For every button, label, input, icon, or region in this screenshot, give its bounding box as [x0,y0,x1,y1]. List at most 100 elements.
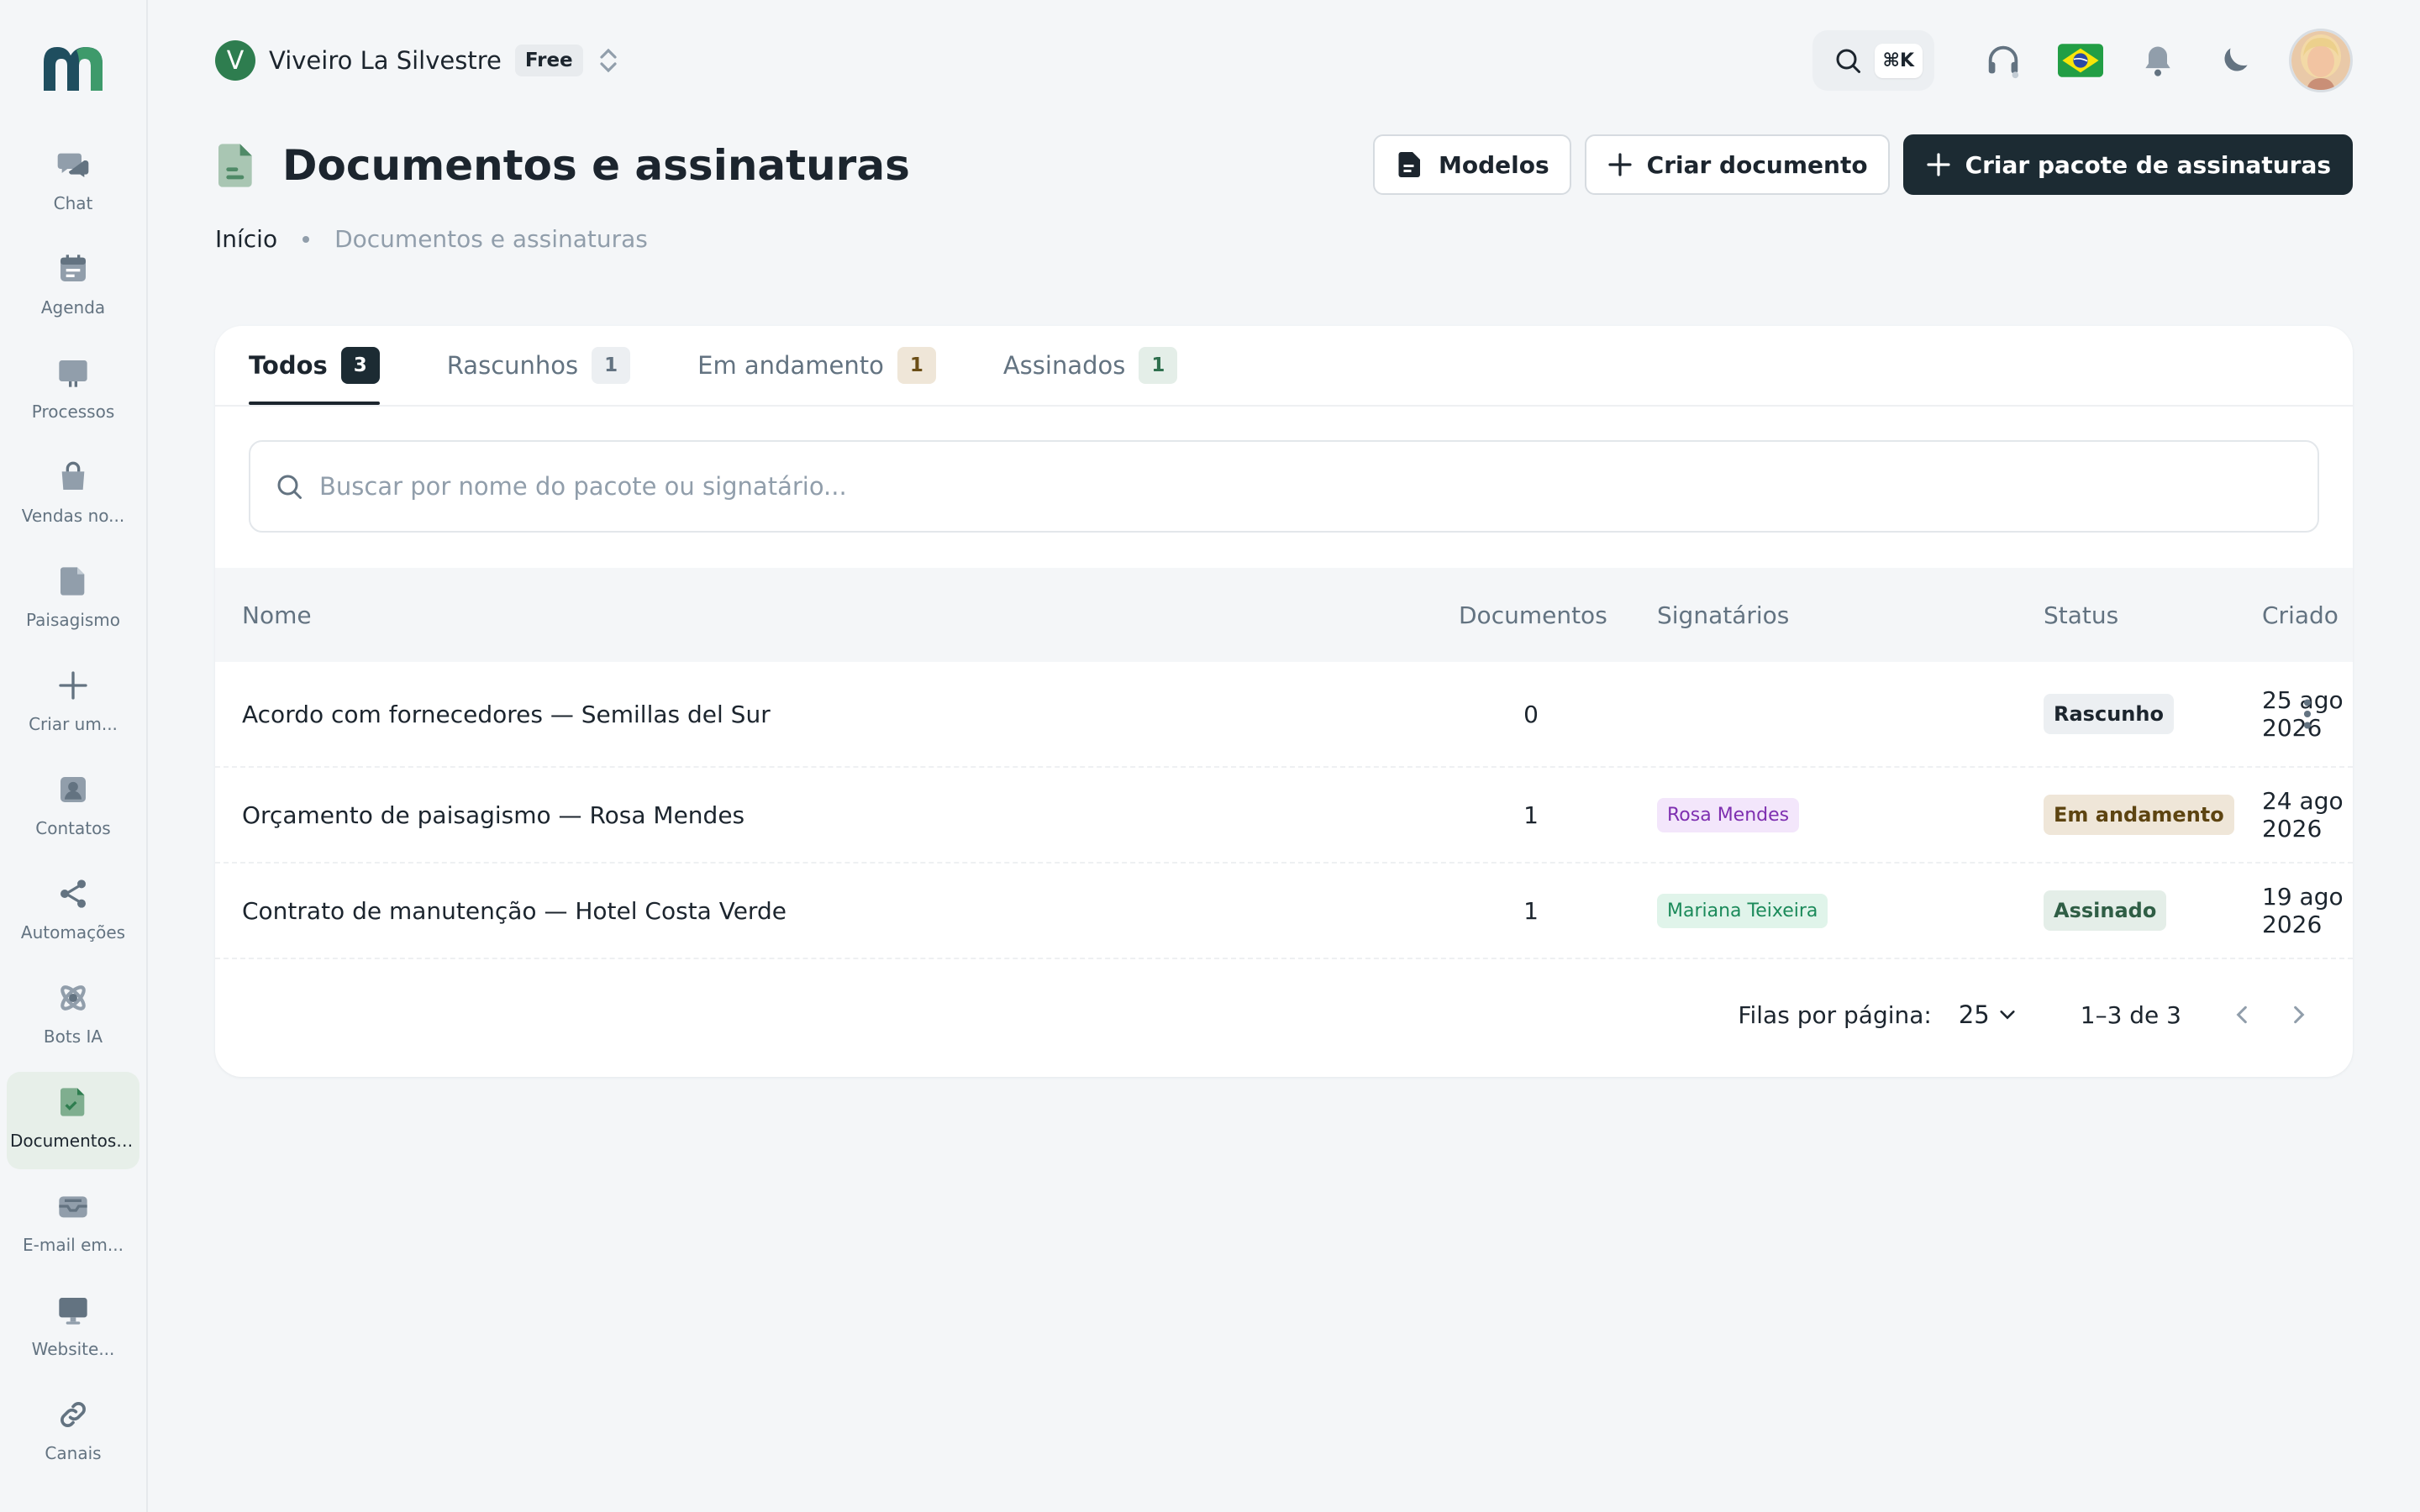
package-name: Orçamento de paisagismo — Rosa Mendes [242,801,745,829]
tab-label: Em andamento [697,351,884,380]
sidebar-item-label: Bots IA [43,1026,103,1047]
tab-rascunhos[interactable]: Rascunhos 1 [446,326,631,405]
status-badge: Assinado [2044,890,2167,931]
documents-count: 1 [1523,896,1539,925]
breadcrumb-separator [302,235,310,243]
sidebar-item-label: Contatos [35,818,111,838]
sidebar-item-canais[interactable]: Canais [7,1384,139,1482]
plan-badge: Free [514,45,583,76]
pagination-range: 1–3 de 3 [2080,1000,2181,1029]
share-nodes-icon [55,875,92,912]
breadcrumb-home-link[interactable]: Início [215,225,277,253]
plus-icon [1608,153,1632,176]
breadcrumb-current: Documentos e assinaturas [334,225,648,253]
sidebar-item-label: Agenda [40,297,106,318]
user-avatar[interactable] [2289,29,2353,92]
column-header-signers[interactable]: Signatários [1657,568,1789,662]
templates-button-label: Modelos [1439,150,1549,179]
column-header-status[interactable]: Status [2044,568,2118,662]
row-actions-button[interactable] [2302,662,2312,766]
brazil-flag-icon [2058,44,2103,77]
sidebar-item-chat[interactable]: Chat [7,134,139,232]
sidebar-item-bots[interactable]: Bots IA [7,968,139,1065]
signer-chip: Rosa Mendes [1657,797,1800,832]
chevron-up-down-icon [600,48,617,73]
page-title: Documentos e assinaturas [282,141,910,190]
sidebar-item-website[interactable]: Website... [7,1280,139,1378]
breadcrumb: Início Documentos e assinaturas [215,225,648,253]
file-text-icon [1398,152,1420,177]
plus-icon [55,667,92,704]
sidebar-item-label: Chat [53,193,93,213]
previous-page-button[interactable] [2222,995,2262,1035]
created-date: 24 ago 2026 [2262,787,2344,843]
notifications-button[interactable] [2128,30,2188,91]
sidebar-item-agenda[interactable]: Agenda [7,239,139,336]
templates-button[interactable]: Modelos [1373,134,1571,195]
sidebar-item-criar[interactable]: Criar um... [7,655,139,753]
documents-card: Todos 3 Rascunhos 1 Em andamento 1 Assin… [215,326,2353,1077]
bell-icon [2145,46,2170,76]
workspace-switcher[interactable]: V Viveiro La Silvestre Free [215,39,620,82]
moon-icon [2224,48,2248,71]
documents-count: 1 [1523,801,1539,829]
create-document-button[interactable]: Criar documento [1584,134,1890,195]
sidebar-item-label: Criar um... [29,714,118,734]
tab-label: Todos [249,351,328,380]
chevron-left-icon [2236,1005,2247,1024]
theme-toggle-button[interactable] [2205,30,2265,91]
tab-label: Rascunhos [446,351,579,380]
pagination: Filas por página: 25 1–3 de 3 [1738,990,2319,1040]
support-button[interactable] [1973,30,2033,91]
chat-icon [55,146,92,183]
tab-label: Assinados [1002,351,1126,380]
link-icon [55,1396,92,1433]
chevron-down-icon [2000,1011,2015,1020]
tab-count-badge: 1 [1139,347,1178,384]
workspace-name: Viveiro La Silvestre [269,46,502,75]
create-signature-package-button[interactable]: Criar pacote de assinaturas [1902,134,2353,195]
column-header-documents[interactable]: Documentos [1459,568,1607,662]
sidebar-item-label: Processos [31,402,115,422]
top-actions: ⌘K [1812,27,2353,94]
package-search-input[interactable] [319,472,2252,501]
next-page-button[interactable] [2279,995,2319,1035]
sidebar-item-documentos[interactable]: Documentos ... [7,1072,139,1169]
header-actions: Modelos Criar documento Criar pacote de … [1373,134,2353,195]
sidebar-item-label: E-mail em... [23,1235,124,1255]
global-search-button[interactable]: ⌘K [1812,30,1934,91]
calendar-icon [55,250,92,287]
chevron-right-icon [2294,1005,2305,1024]
contact-icon [55,771,92,808]
tab-assinados[interactable]: Assinados 1 [1003,326,1178,405]
rows-per-page-select[interactable]: 25 [1959,1000,2017,1029]
column-header-created[interactable]: Criado [2262,568,2338,662]
tab-em-andamento[interactable]: Em andamento 1 [697,326,936,405]
table-row[interactable]: Orçamento de paisagismo — Rosa Mendes 1 … [215,768,2353,864]
table-header: Nome Documentos Signatários Status Criad… [215,568,2353,662]
rows-per-page-label: Filas por página: [1738,1000,1932,1029]
inbox-icon [55,1188,92,1225]
tab-todos[interactable]: Todos 3 [249,326,380,405]
sidebar-item-automacoes[interactable]: Automações [7,864,139,961]
sidebar-item-contatos[interactable]: Contatos [7,759,139,857]
file-icon [55,563,92,600]
tab-count-badge: 1 [897,347,936,384]
status-tabs: Todos 3 Rascunhos 1 Em andamento 1 Assin… [249,326,1178,405]
headset-icon [1988,45,2019,79]
document-icon [218,144,252,187]
atom-icon [55,979,92,1016]
sidebar-item-paisagismo[interactable]: Paisagismo [7,551,139,648]
brand-logo-icon[interactable] [37,37,111,97]
table-row[interactable]: Contrato de manutenção — Hotel Costa Ver… [215,864,2353,959]
tab-count-badge: 3 [340,347,380,384]
documents-count: 0 [1523,700,1539,728]
sidebar: Chat Agenda Processos Vendas no... Paisa… [0,0,148,1512]
table-row[interactable]: Acordo com fornecedores — Semillas del S… [215,662,2353,768]
language-button[interactable] [2050,30,2111,91]
column-header-name[interactable]: Nome [242,568,312,662]
shortcut-hint: ⌘K [1874,43,1923,78]
sidebar-item-email[interactable]: E-mail em... [7,1176,139,1273]
sidebar-item-vendas[interactable]: Vendas no... [7,447,139,544]
sidebar-item-processos[interactable]: Processos [7,343,139,440]
